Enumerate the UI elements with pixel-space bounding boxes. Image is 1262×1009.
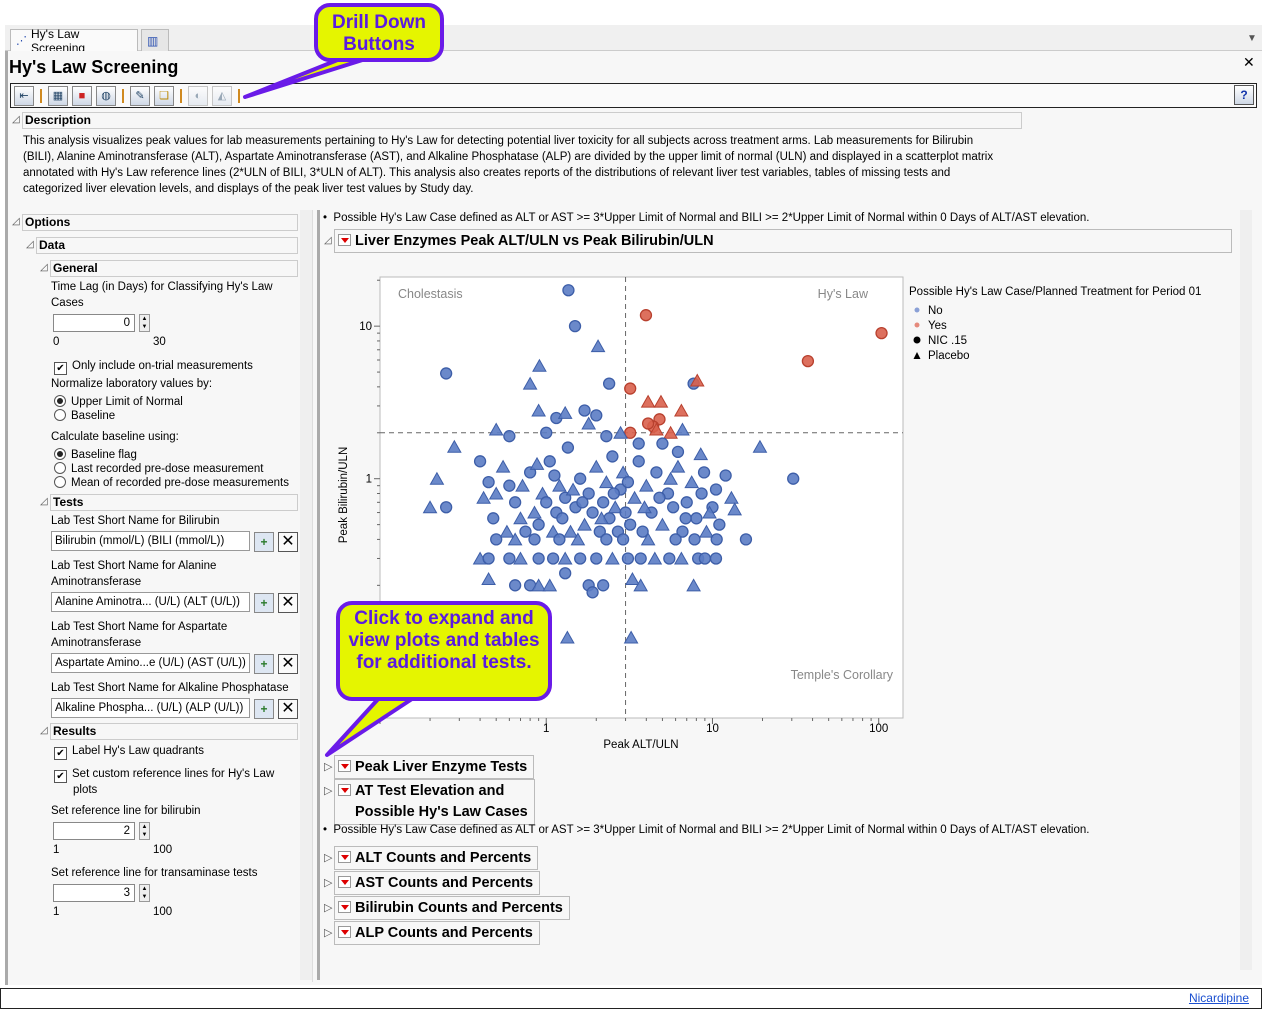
expand-callout-pointer [325, 695, 417, 757]
drill-down-callout-pointer [243, 55, 374, 99]
expand-callout: Click to expand and view plots and table… [336, 601, 552, 701]
drill-down-callout: Drill Down Buttons [314, 3, 444, 62]
callout-pointers [243, 55, 417, 757]
nicardipine-link[interactable]: Nicardipine [1189, 991, 1249, 1005]
status-bar: Nicardipine [0, 988, 1262, 1009]
